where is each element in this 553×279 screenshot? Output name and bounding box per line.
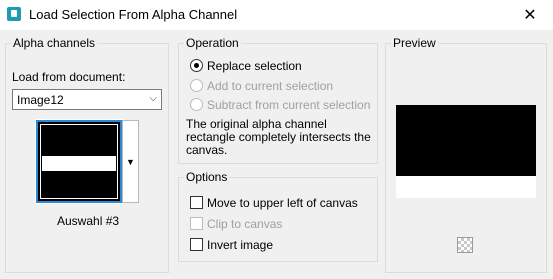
clip-to-canvas-checkbox[interactable]	[190, 217, 203, 230]
operation-title: Operation	[184, 36, 241, 50]
caret-down-icon: ▼	[126, 156, 135, 167]
clip-to-canvas-label[interactable]: Clip to canvas	[207, 217, 282, 231]
preview-image	[396, 105, 536, 198]
close-button[interactable]: ✕	[507, 0, 553, 30]
replace-selection-radio[interactable]	[190, 59, 203, 72]
preview-black-area	[396, 105, 536, 176]
invert-image-label[interactable]: Invert image	[207, 238, 273, 252]
title-bar: Load Selection From Alpha Channel ✕	[0, 0, 553, 30]
load-from-label: Load from document:	[12, 70, 126, 84]
subtract-selection-radio[interactable]	[190, 98, 203, 111]
thumbnail-dropdown-button[interactable]: ▼	[122, 120, 139, 203]
document-dropdown[interactable]: Image12 ⌵	[12, 89, 162, 110]
document-value: Image12	[17, 93, 64, 107]
checkerboard-icon[interactable]	[457, 237, 473, 253]
thumbnail-selection-band	[42, 156, 116, 171]
add-to-selection-label[interactable]: Add to current selection	[207, 79, 333, 93]
invert-image-checkbox[interactable]	[190, 238, 203, 251]
alpha-channels-title: Alpha channels	[11, 36, 98, 50]
add-to-selection-radio[interactable]	[190, 79, 203, 92]
operation-description: The original alpha channel rectangle com…	[186, 117, 371, 157]
replace-selection-label[interactable]: Replace selection	[207, 59, 302, 73]
move-upper-left-label[interactable]: Move to upper left of canvas	[207, 196, 358, 210]
options-title: Options	[184, 170, 230, 184]
paintshop-icon	[7, 7, 21, 21]
move-upper-left-checkbox[interactable]	[190, 196, 203, 209]
alpha-channel-thumbnail[interactable]	[35, 119, 123, 204]
selection-name-label: Auswahl #3	[57, 214, 120, 228]
radio-selected-dot	[194, 63, 199, 68]
preview-title: Preview	[391, 36, 438, 50]
subtract-selection-label[interactable]: Subtract from current selection	[207, 98, 370, 112]
chevron-down-icon: ⌵	[149, 93, 157, 104]
window-title: Load Selection From Alpha Channel	[29, 7, 238, 22]
